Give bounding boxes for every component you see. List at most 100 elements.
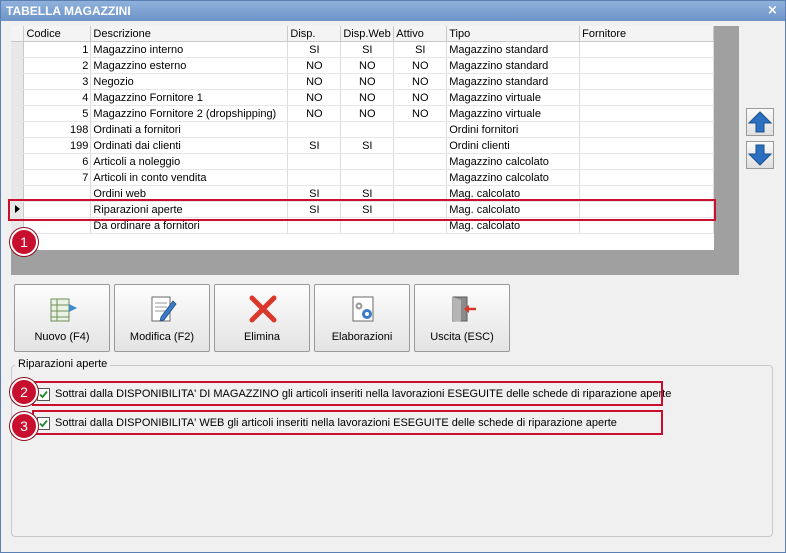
row-selector[interactable] <box>11 57 25 74</box>
highlight-checkbox-magazzino <box>32 381 663 406</box>
cell-descrizione[interactable]: Magazzino interno <box>90 41 289 58</box>
row-selector[interactable] <box>11 41 25 58</box>
cell-fornitore[interactable] <box>579 121 714 138</box>
cell-descrizione[interactable]: Negozio <box>90 73 289 90</box>
column-header-descrizione[interactable]: Descrizione <box>90 26 289 42</box>
cell-descrizione[interactable]: Magazzino esterno <box>90 57 289 74</box>
cell-disp[interactable]: SI <box>287 137 342 154</box>
cell-descrizione[interactable]: Magazzino Fornitore 2 (dropshipping) <box>90 105 289 122</box>
cell-attivo[interactable] <box>393 169 448 186</box>
cell-tipo[interactable]: Magazzino virtuale <box>446 89 581 106</box>
table-row[interactable]: 1 Magazzino interno SI SI SI Magazzino standa… <box>11 41 714 58</box>
nuovo-button[interactable]: Nuovo (F4) <box>14 284 110 352</box>
move-down-button[interactable] <box>746 141 774 169</box>
cell-tipo[interactable]: Ordini fornitori <box>446 121 581 138</box>
cell-codice[interactable]: 3 <box>23 73 92 90</box>
cell-fornitore[interactable] <box>579 153 714 170</box>
column-header-attivo[interactable]: Attivo <box>393 26 448 42</box>
cell-codice[interactable]: 7 <box>23 169 92 186</box>
row-selector[interactable] <box>11 169 25 186</box>
cell-codice[interactable]: 4 <box>23 89 92 106</box>
cell-codice[interactable]: 6 <box>23 153 92 170</box>
cell-fornitore[interactable] <box>579 41 714 58</box>
cell-disp[interactable] <box>287 153 342 170</box>
cell-disp-web[interactable]: SI <box>340 41 395 58</box>
cell-fornitore[interactable] <box>579 89 714 106</box>
uscita-button[interactable]: Uscita (ESC) <box>414 284 510 352</box>
cell-attivo[interactable]: SI <box>393 41 448 58</box>
table-row[interactable]: 2 Magazzino esterno NO NO NO Magazzino standa… <box>11 57 714 74</box>
cell-disp[interactable]: SI <box>287 41 342 58</box>
row-selector[interactable] <box>11 73 25 90</box>
cell-codice[interactable]: 198 <box>23 121 92 138</box>
cell-attivo[interactable]: NO <box>393 73 448 90</box>
cell-disp-web[interactable]: NO <box>340 57 395 74</box>
cell-attivo[interactable]: NO <box>393 105 448 122</box>
cell-codice[interactable]: 199 <box>23 137 92 154</box>
cell-codice[interactable]: 2 <box>23 57 92 74</box>
table-row[interactable]: 7 Articoli in conto vendita Magazzino calc… <box>11 169 714 186</box>
cell-attivo[interactable]: NO <box>393 57 448 74</box>
column-header-disp-web[interactable]: Disp.Web <box>340 26 395 42</box>
cell-attivo[interactable] <box>393 121 448 138</box>
table-row[interactable]: 6 Articoli a noleggio Magazzino calcolato <box>11 153 714 170</box>
cell-attivo[interactable] <box>393 153 448 170</box>
arrow-up-icon <box>747 111 773 133</box>
cell-fornitore[interactable] <box>579 137 714 154</box>
cell-descrizione[interactable]: Ordinati dai clienti <box>90 137 289 154</box>
row-selector[interactable] <box>11 153 25 170</box>
cell-attivo[interactable]: NO <box>393 89 448 106</box>
cell-disp[interactable]: NO <box>287 89 342 106</box>
cell-disp[interactable]: NO <box>287 57 342 74</box>
cell-descrizione[interactable]: Ordinati a fornitori <box>90 121 289 138</box>
cell-disp-web[interactable]: NO <box>340 89 395 106</box>
table-row[interactable]: 5 Magazzino Fornitore 2 (dropshipping) NO N… <box>11 105 714 122</box>
cell-disp[interactable]: NO <box>287 73 342 90</box>
cell-disp[interactable] <box>287 121 342 138</box>
cell-disp-web[interactable]: NO <box>340 105 395 122</box>
cell-disp[interactable] <box>287 169 342 186</box>
column-header-fornitore[interactable]: Fornitore <box>579 26 714 42</box>
cell-disp-web[interactable] <box>340 121 395 138</box>
move-up-button[interactable] <box>746 108 774 136</box>
column-header-tipo[interactable]: Tipo <box>446 26 581 42</box>
table-row[interactable]: 4 Magazzino Fornitore 1 NO NO NO Magazzino vi… <box>11 89 714 106</box>
cell-attivo[interactable] <box>393 137 448 154</box>
row-selector[interactable] <box>11 89 25 106</box>
cell-tipo[interactable]: Magazzino calcolato <box>446 169 581 186</box>
column-header-codice[interactable]: Codice <box>23 26 92 42</box>
cell-descrizione[interactable]: Magazzino Fornitore 1 <box>90 89 289 106</box>
elimina-button[interactable]: Elimina <box>214 284 310 352</box>
cell-fornitore[interactable] <box>579 57 714 74</box>
cell-tipo[interactable]: Magazzino calcolato <box>446 153 581 170</box>
cell-tipo[interactable]: Magazzino standard <box>446 73 581 90</box>
cell-tipo[interactable]: Magazzino virtuale <box>446 105 581 122</box>
cell-disp-web[interactable] <box>340 153 395 170</box>
cell-disp[interactable]: NO <box>287 105 342 122</box>
cell-disp-web[interactable] <box>340 169 395 186</box>
cell-codice[interactable]: 1 <box>23 41 92 58</box>
cell-tipo[interactable]: Magazzino standard <box>446 41 581 58</box>
cell-codice[interactable]: 5 <box>23 105 92 122</box>
cell-fornitore[interactable] <box>579 73 714 90</box>
elaborazioni-button[interactable]: Elaborazioni <box>314 284 410 352</box>
row-selector[interactable] <box>11 137 25 154</box>
table-row[interactable]: 3 Negozio NO NO NO Magazzino standard <box>11 73 714 90</box>
elimina-button-label: Elimina <box>243 331 281 343</box>
cell-disp-web[interactable]: SI <box>340 137 395 154</box>
cell-tipo[interactable]: Magazzino standard <box>446 57 581 74</box>
cell-tipo[interactable]: Ordini clienti <box>446 137 581 154</box>
row-selector[interactable] <box>11 121 25 138</box>
close-icon[interactable]: × <box>766 4 779 17</box>
tabella-magazzini-window: TABELLA MAGAZZINI × Codice Descrizione D… <box>0 0 786 553</box>
cell-disp-web[interactable]: NO <box>340 73 395 90</box>
cell-descrizione[interactable]: Articoli in conto vendita <box>90 169 289 186</box>
modifica-button[interactable]: Modifica (F2) <box>114 284 210 352</box>
table-row[interactable]: 198 Ordinati a fornitori Ordini fornitori <box>11 121 714 138</box>
column-header-disp[interactable]: Disp. <box>287 26 342 42</box>
table-row[interactable]: 199 Ordinati dai clienti SI SI Ordini client… <box>11 137 714 154</box>
cell-fornitore[interactable] <box>579 105 714 122</box>
cell-fornitore[interactable] <box>579 169 714 186</box>
row-selector[interactable] <box>11 105 25 122</box>
cell-descrizione[interactable]: Articoli a noleggio <box>90 153 289 170</box>
